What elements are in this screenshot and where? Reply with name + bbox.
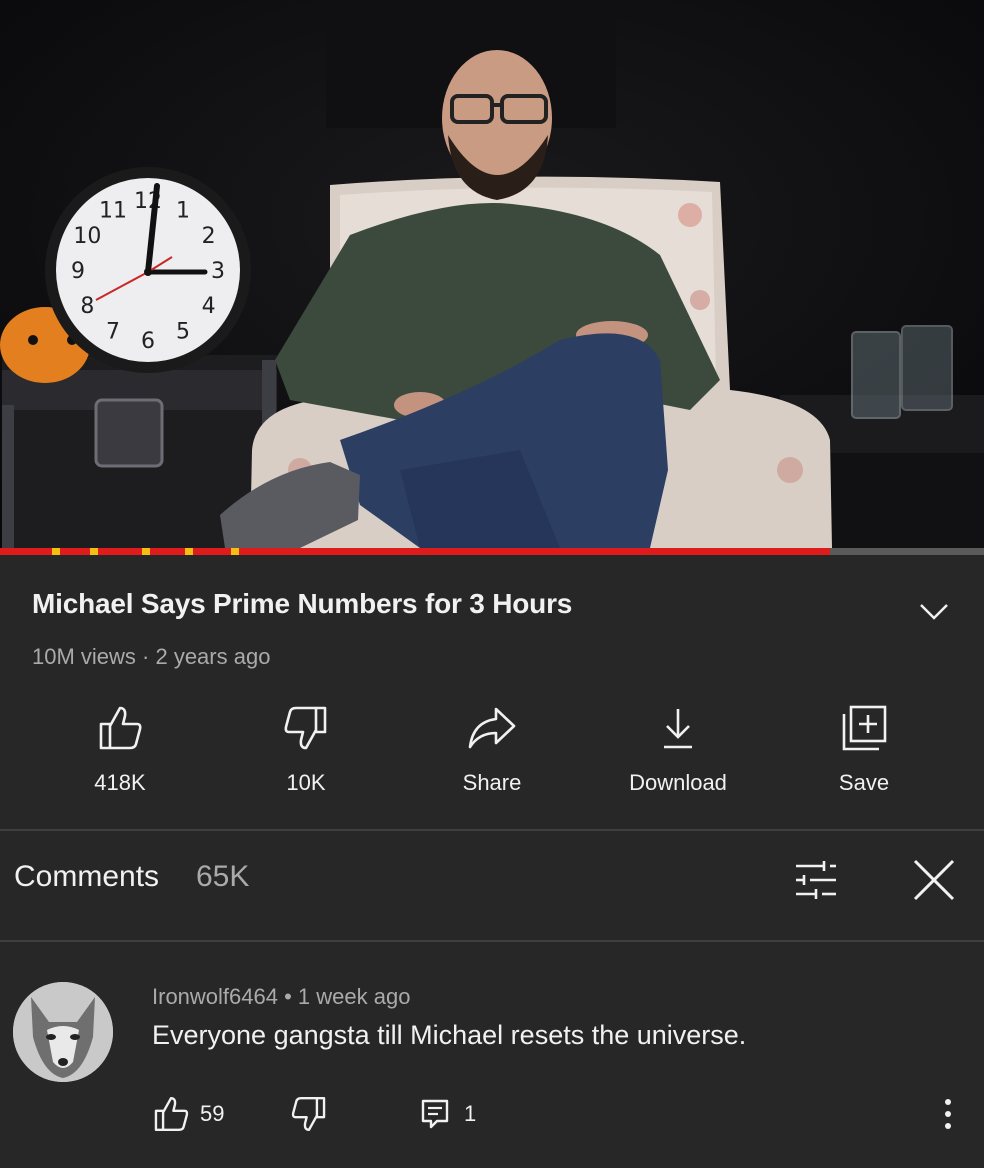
thumbs-up-icon — [99, 706, 142, 750]
comment-reply-button[interactable]: 1 — [420, 1094, 476, 1134]
like-count: 418K — [94, 770, 146, 795]
comment-author-line[interactable]: Ironwolf6464 • 1 week ago — [152, 984, 410, 1010]
share-icon — [468, 707, 516, 749]
expand-description-button[interactable] — [912, 594, 956, 630]
clock-numeral: 11 — [99, 198, 127, 223]
like-button[interactable]: 418K — [35, 700, 205, 810]
download-label: Download — [629, 770, 727, 795]
video-frame: 12 1234567891011 — [0, 0, 984, 555]
clock-numeral: 7 — [106, 320, 120, 345]
more-vertical-icon — [945, 1099, 951, 1129]
comments-count: 65K — [196, 860, 250, 893]
thumbs-up-icon — [154, 1096, 189, 1132]
close-icon — [913, 859, 955, 901]
clock-numeral: 4 — [202, 294, 216, 319]
download-button[interactable]: Download — [593, 700, 763, 810]
chapter-marker — [231, 548, 239, 555]
clock-numeral: 8 — [80, 294, 94, 319]
wolf-avatar-image — [13, 982, 113, 1082]
clock-numeral: 9 — [71, 259, 85, 284]
clock-numeral: 6 — [141, 329, 155, 354]
progress-played — [0, 548, 830, 555]
reply-icon — [421, 1099, 449, 1129]
dislike-count: 10K — [286, 770, 326, 795]
comment-reply-count: 1 — [464, 1101, 477, 1126]
close-comments-button[interactable] — [906, 854, 962, 906]
video-title[interactable]: Michael Says Prime Numbers for 3 Hours — [32, 588, 572, 620]
save-label: Save — [838, 770, 890, 795]
sort-comments-button[interactable] — [788, 854, 844, 906]
comment-more-button[interactable] — [930, 1092, 966, 1136]
clock-numeral: 1 — [176, 198, 190, 223]
chevron-down-icon — [920, 604, 948, 620]
comment-dislike-button[interactable] — [290, 1094, 328, 1134]
clock-numeral: 10 — [73, 224, 101, 249]
download-icon — [664, 709, 692, 749]
share-button[interactable]: Share — [407, 700, 577, 810]
video-player[interactable]: 12 1 2 3 4 5 6 7 8 9 10 11 — [0, 0, 984, 555]
dislike-button[interactable]: 10K — [221, 700, 391, 810]
clock-numeral: 3 — [211, 259, 225, 284]
chapter-marker — [52, 548, 60, 555]
comment-like-count: 59 — [200, 1101, 225, 1126]
comment-like-button[interactable]: 59 — [152, 1094, 224, 1134]
action-bar: 418K 10K Share Download Save — [0, 700, 984, 810]
save-button[interactable]: Save — [779, 700, 949, 810]
clock-numeral: 5 — [176, 320, 190, 345]
avatar[interactable] — [13, 982, 113, 1082]
video-progress-bar[interactable] — [0, 548, 984, 555]
chapter-marker — [185, 548, 193, 555]
divider — [0, 829, 984, 831]
chapter-marker — [142, 548, 150, 555]
share-label: Share — [462, 770, 522, 795]
clock-numeral: 2 — [202, 224, 216, 249]
thumbs-down-icon — [291, 1096, 326, 1132]
sliders-icon — [796, 861, 836, 899]
comment-text: Everyone gangsta till Michael resets the… — [152, 1020, 747, 1050]
chapter-marker — [90, 548, 98, 555]
video-meta: 10M views · 2 years ago — [32, 644, 271, 669]
comments-heading: Comments — [14, 860, 160, 893]
save-playlist-icon — [842, 705, 887, 751]
thumbs-down-icon — [284, 706, 327, 750]
divider — [0, 940, 984, 942]
